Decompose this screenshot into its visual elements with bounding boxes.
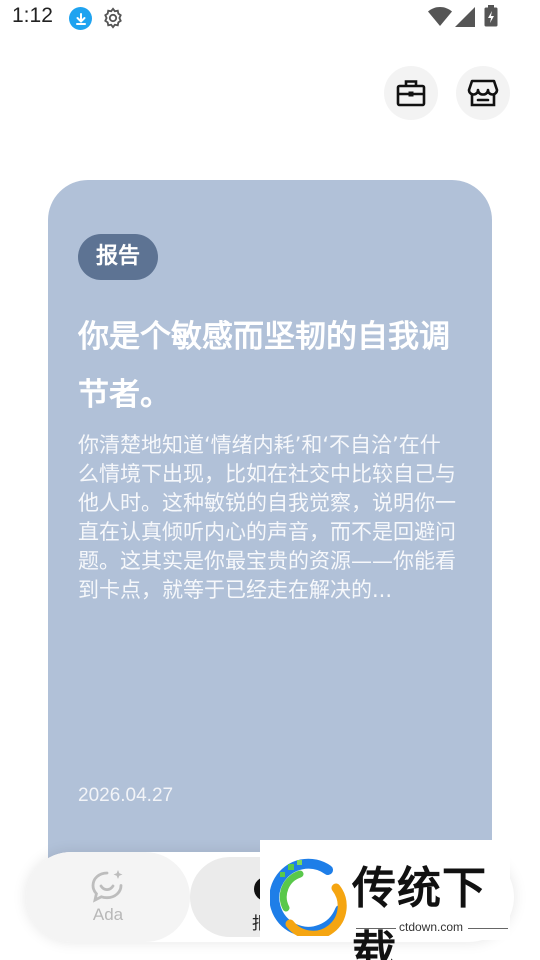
status-bar: 1:12 <box>0 0 540 40</box>
store-button[interactable] <box>456 66 510 120</box>
download-icon <box>69 7 92 30</box>
card-body: 你清楚地知道‘情绪内耗’和‘不自洽’在什么情境下出现，比如在社交中比较自己与他人… <box>78 433 456 602</box>
battery-icon <box>484 5 498 27</box>
store-icon <box>467 79 499 107</box>
status-time: 1:12 <box>12 4 53 27</box>
watermark-url: ctdown.com <box>398 920 464 934</box>
watermark: 传统下载 ctdown.com <box>260 840 510 960</box>
report-badge: 报告 <box>78 234 159 280</box>
signal-icon <box>455 7 475 27</box>
briefcase-button[interactable] <box>384 66 438 120</box>
briefcase-icon <box>396 80 426 107</box>
wifi-icon <box>428 7 452 26</box>
watermark-logo-icon <box>270 858 347 936</box>
gear-icon <box>104 7 122 29</box>
card-date: 2026.04.27 <box>78 785 174 806</box>
chat-sparkle-icon <box>91 870 123 903</box>
watermark-divider-right <box>468 928 508 929</box>
tab-ada[interactable]: Ada <box>26 852 190 942</box>
watermark-text: 传统下载 <box>352 863 487 960</box>
card-title: 你是个敏感而坚韧的自我调节者。 <box>78 319 450 413</box>
tab-ada-label: Ada <box>92 905 124 924</box>
report-card[interactable]: 报告 你是个敏感而坚韧的自我调节者。 你清楚地知道‘情绪内耗’和‘不自洽’在什么… <box>48 180 492 900</box>
